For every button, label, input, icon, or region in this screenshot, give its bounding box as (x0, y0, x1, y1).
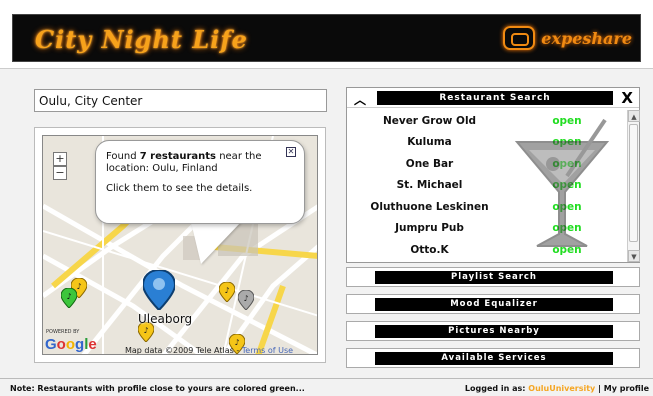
panel-header: ︿ Restaurant Search X (347, 88, 639, 108)
status-bar: Note: Restaurants with profile close to … (0, 378, 653, 396)
scroll-up-icon[interactable]: ▲ (628, 110, 640, 122)
username-link[interactable]: OuluUniversity (528, 384, 595, 393)
list-item[interactable]: Oluthuone Leskinen open (347, 196, 627, 218)
status-badge: open (552, 200, 582, 213)
restaurant-name: St. Michael (396, 179, 463, 192)
restaurant-pin-grey-icon[interactable]: ♪ (238, 290, 254, 310)
login-status: Logged in as: OuluUniversity | My profil… (465, 384, 649, 393)
map-view[interactable]: + − ✕ Found 7 restaurants near the locat… (42, 135, 318, 355)
app-header: City Night Life expeshare (12, 14, 641, 62)
app-title: City Night Life (35, 25, 248, 54)
svg-text:♪: ♪ (243, 294, 248, 303)
playlist-search-button[interactable]: Playlist Search (346, 267, 640, 287)
list-item[interactable]: Never Grow Old open (347, 110, 627, 132)
close-panel-button[interactable]: X (621, 89, 633, 107)
brand-logo[interactable]: expeshare (503, 26, 632, 50)
restaurant-name: Never Grow Old (382, 114, 477, 127)
list-scrollbar[interactable]: ▲ ▼ (627, 110, 640, 262)
map-attribution: Map data ©2009 Tele Atlas - Terms of Use (125, 346, 294, 355)
restaurant-name: Oluthuone Leskinen (370, 200, 489, 213)
status-badge: open (552, 243, 582, 256)
svg-text:♪: ♪ (143, 326, 148, 335)
list-item[interactable]: One Bar open (347, 153, 627, 175)
map-frame: + − ✕ Found 7 restaurants near the locat… (34, 127, 326, 363)
svg-text:♪: ♪ (76, 282, 81, 291)
google-logo[interactable]: Google (45, 336, 97, 353)
zoom-in-button[interactable]: + (53, 152, 67, 166)
collapse-chevron-up-icon[interactable]: ︿ (354, 91, 366, 108)
status-badge: open (552, 157, 582, 170)
mood-equalizer-button[interactable]: Mood Equalizer (346, 294, 640, 314)
status-badge: open (552, 222, 582, 235)
pictures-nearby-label: Pictures Nearby (375, 325, 613, 338)
status-badge: open (552, 179, 582, 192)
terms-of-use-link[interactable]: Terms of Use (242, 346, 293, 354)
expeshare-logo-icon (503, 26, 536, 50)
status-badge: open (552, 136, 582, 149)
bubble-found-text: Found 7 restaurants near the location: O… (106, 151, 262, 174)
footer-note: Note: Restaurants with profile close to … (10, 384, 305, 393)
status-badge: open (552, 114, 582, 127)
svg-text:♪: ♪ (66, 292, 71, 301)
zoom-out-button[interactable]: − (53, 166, 67, 180)
powered-by-label: POWERED BY (46, 329, 80, 335)
city-label: Uleaborg (138, 312, 193, 326)
restaurant-count: 7 restaurants (139, 151, 217, 162)
playlist-search-label: Playlist Search (375, 271, 613, 284)
svg-text:♪: ♪ (224, 286, 229, 295)
mood-equalizer-label: Mood Equalizer (375, 298, 613, 311)
logged-in-label: Logged in as: (464, 384, 529, 393)
restaurant-pin-green-icon[interactable]: ♪ (61, 288, 77, 308)
pictures-nearby-button[interactable]: Pictures Nearby (346, 321, 640, 341)
list-item[interactable]: Otto.K open (347, 239, 627, 261)
info-bubble-tail (191, 222, 241, 264)
bubble-close-icon[interactable]: ✕ (286, 147, 296, 157)
scroll-down-icon[interactable]: ▼ (628, 250, 640, 262)
bubble-hint: Click them to see the details. (106, 183, 253, 194)
current-location-pin-icon[interactable] (143, 270, 175, 310)
my-profile-link[interactable]: My profile (604, 384, 649, 393)
restaurant-name: Jumpru Pub (395, 222, 464, 235)
available-services-label: Available Services (375, 352, 613, 365)
main-area: + − ✕ Found 7 restaurants near the locat… (0, 68, 653, 378)
brand-name: expeshare (541, 28, 632, 48)
restaurant-name: One Bar (405, 157, 454, 170)
restaurant-list: Never Grow Old open Kuluma open One Bar ope… (347, 110, 627, 262)
restaurant-name: Otto.K (410, 243, 449, 256)
list-item[interactable]: Jumpru Pub open (347, 218, 627, 240)
list-item[interactable]: Kuluma open (347, 132, 627, 154)
restaurant-name: Kuluma (407, 136, 452, 149)
available-services-button[interactable]: Available Services (346, 348, 640, 368)
restaurant-search-title: Restaurant Search (377, 91, 613, 105)
list-item[interactable]: St. Michael open (347, 175, 627, 197)
restaurant-search-panel: ︿ Restaurant Search X Never Grow Old open… (346, 87, 640, 263)
separator: | (595, 384, 604, 393)
location-search-input[interactable] (34, 89, 327, 112)
restaurant-pin-icon[interactable]: ♪ (219, 282, 235, 302)
scroll-thumb[interactable] (629, 124, 638, 242)
info-bubble: ✕ Found 7 restaurants near the location:… (95, 140, 305, 224)
